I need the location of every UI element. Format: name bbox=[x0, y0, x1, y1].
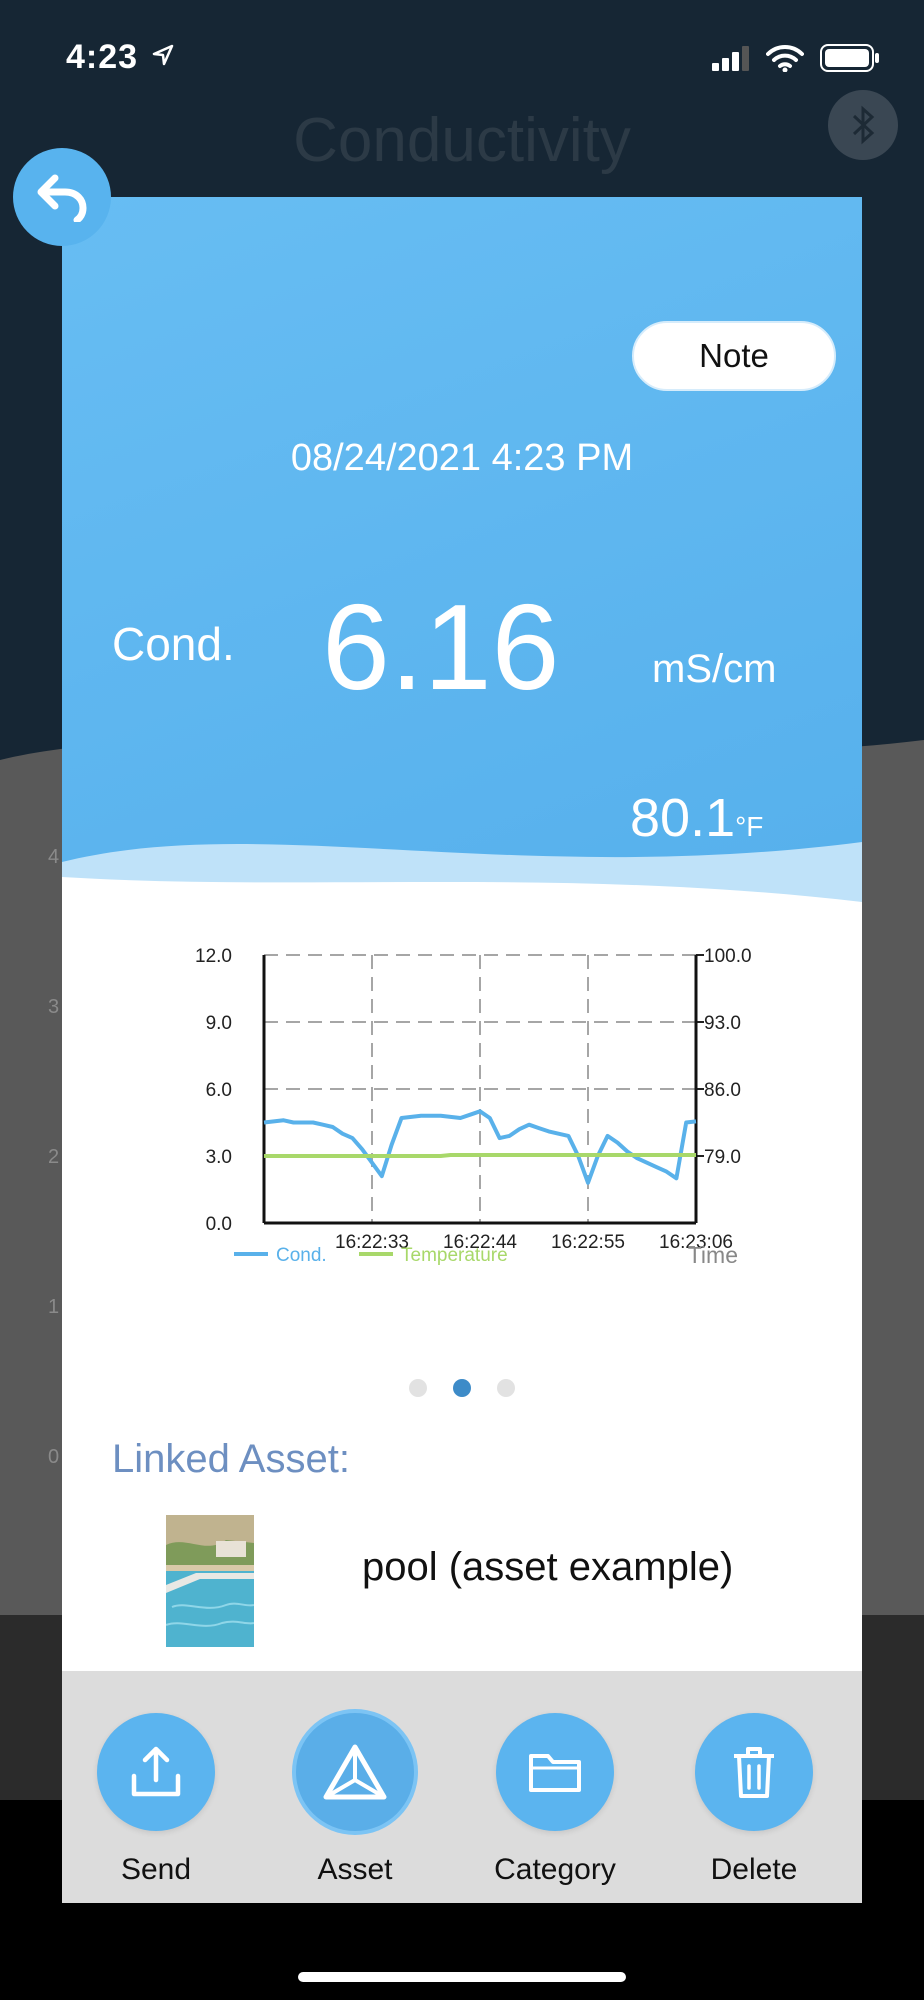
right-axis-tick: 100.0 bbox=[704, 946, 752, 967]
temperature-unit: °F bbox=[735, 811, 764, 842]
category-label: Category bbox=[494, 1853, 616, 1886]
asset-name: pool (asset example) bbox=[362, 1545, 734, 1589]
right-axis-tick: 93.0 bbox=[704, 1013, 741, 1034]
triangle-asset-icon bbox=[323, 1744, 387, 1800]
legend-label: Temperature bbox=[401, 1245, 508, 1266]
asset-thumbnail[interactable] bbox=[166, 1515, 254, 1647]
pool-image bbox=[166, 1515, 254, 1647]
location-arrow-icon bbox=[152, 44, 174, 66]
asset-action: Asset bbox=[275, 1713, 435, 1887]
background-title: Conductivity bbox=[293, 106, 631, 175]
reading-label: Cond. bbox=[112, 618, 235, 670]
series-line-temperature bbox=[264, 1153, 696, 1158]
pager-dot[interactable] bbox=[497, 1379, 515, 1397]
left-axis-tick: 3.0 bbox=[206, 1147, 232, 1168]
reading-datetime: 08/24/2021 4:23 PM bbox=[290, 437, 634, 479]
temperature-value: 80.1 bbox=[630, 788, 736, 848]
trend-chart[interactable]: 0.0 3.0 6.0 9.0 12.0 79.0 86.0 93.0 100.0 16:22:3… bbox=[62, 927, 862, 1327]
left-axis-tick: 6.0 bbox=[206, 1080, 232, 1101]
delete-label: Delete bbox=[710, 1853, 798, 1886]
x-axis-label: Time bbox=[688, 1242, 738, 1268]
linked-asset-label: Linked Asset: bbox=[112, 1437, 350, 1481]
temperature-reading: 80.1°F bbox=[630, 787, 763, 849]
left-axis-tick: 9.0 bbox=[206, 1013, 232, 1034]
x-axis-tick: 16:22:33 bbox=[335, 1232, 409, 1253]
reading-unit: mS/cm bbox=[652, 647, 777, 691]
delete-action: Delete bbox=[674, 1713, 834, 1887]
background-tick: 4 bbox=[48, 846, 60, 868]
right-axis-tick: 86.0 bbox=[704, 1080, 741, 1101]
bluetooth-icon bbox=[852, 105, 875, 145]
legend-label: Cond. bbox=[276, 1245, 327, 1266]
wifi-icon bbox=[766, 44, 804, 72]
send-button[interactable] bbox=[97, 1713, 215, 1831]
background-tick: 0 bbox=[48, 1446, 60, 1468]
left-axis-tick: 12.0 bbox=[195, 946, 232, 967]
background-tick: 1 bbox=[48, 1296, 60, 1318]
action-toolbar: Send Asset Category Delete bbox=[62, 1671, 862, 1903]
category-action: Category bbox=[475, 1713, 635, 1887]
reading-detail-modal: Note 08/24/2021 4:23 PM Cond. 6.16 mS/cm… bbox=[62, 197, 862, 1903]
note-button[interactable]: Note bbox=[632, 321, 836, 391]
back-button[interactable] bbox=[13, 148, 111, 246]
battery-icon bbox=[820, 44, 879, 72]
status-time: 4:23 bbox=[66, 38, 139, 76]
pager-dot[interactable] bbox=[453, 1379, 471, 1397]
home-indicator bbox=[298, 1972, 626, 1982]
asset-button[interactable] bbox=[296, 1713, 414, 1831]
folder-icon bbox=[529, 1754, 581, 1792]
pager-dot[interactable] bbox=[409, 1379, 427, 1397]
delete-button[interactable] bbox=[695, 1713, 813, 1831]
cellular-signal-icon bbox=[712, 46, 749, 71]
share-upload-icon bbox=[131, 1746, 181, 1797]
send-action: Send bbox=[76, 1713, 236, 1887]
send-label: Send bbox=[120, 1853, 192, 1886]
left-axis-tick: 0.0 bbox=[206, 1214, 232, 1235]
status-icons bbox=[712, 44, 880, 72]
trash-icon bbox=[734, 1747, 774, 1798]
undo-arrow-icon bbox=[37, 174, 87, 222]
asset-label: Asset bbox=[317, 1853, 393, 1886]
x-axis-tick: 16:22:55 bbox=[551, 1232, 625, 1253]
bluetooth-button[interactable] bbox=[828, 90, 898, 160]
chart-pager bbox=[62, 1379, 862, 1397]
background-tick: 3 bbox=[48, 996, 60, 1018]
right-axis-tick: 79.0 bbox=[704, 1147, 741, 1168]
background-tick: 2 bbox=[48, 1146, 60, 1168]
category-button[interactable] bbox=[496, 1713, 614, 1831]
